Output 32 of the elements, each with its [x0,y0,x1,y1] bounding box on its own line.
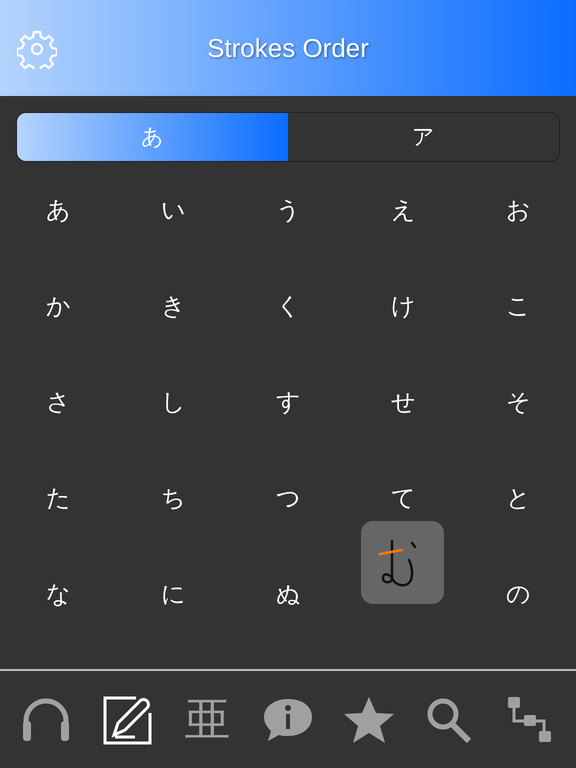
kana-character[interactable]: つ [276,482,301,514]
kana-character[interactable]: う [276,194,301,226]
kana-character[interactable]: て [391,482,416,514]
kana-character[interactable]: し [161,386,186,418]
kana-character[interactable]: と [506,482,531,514]
tab-bar-button[interactable]: 亜 [175,688,240,752]
kana-character[interactable]: ぬ [276,578,301,610]
kana-character[interactable]: い [161,194,186,226]
kana-character[interactable]: す [276,386,301,418]
kana-character[interactable]: の [506,578,531,610]
pencil-square-icon [102,694,152,744]
kana-character[interactable]: け [391,290,416,322]
search-icon [425,696,474,744]
kana-character[interactable]: な [46,578,71,610]
star-icon [342,696,395,744]
kana-character[interactable]: に [161,578,186,610]
kana-character[interactable]: お [506,194,531,226]
kana-character[interactable]: こ [506,290,531,322]
headphones-icon [21,696,72,742]
info-bubble-icon [262,696,314,742]
kana-character[interactable]: ち [161,482,186,514]
kana-character[interactable]: さ [46,386,71,418]
kana-character[interactable]: か [46,290,71,322]
window-title: Strokes Order [207,32,369,64]
kana-character[interactable]: あ [46,194,71,226]
tree-icon [508,696,552,742]
kana-character[interactable]: た [46,482,71,514]
kana-character[interactable]: く [276,290,301,322]
kana-character[interactable]: そ [506,386,531,418]
kana-character[interactable]: せ [391,386,416,418]
kana-character[interactable]: き [161,290,186,322]
kana-character[interactable]: え [391,194,416,226]
